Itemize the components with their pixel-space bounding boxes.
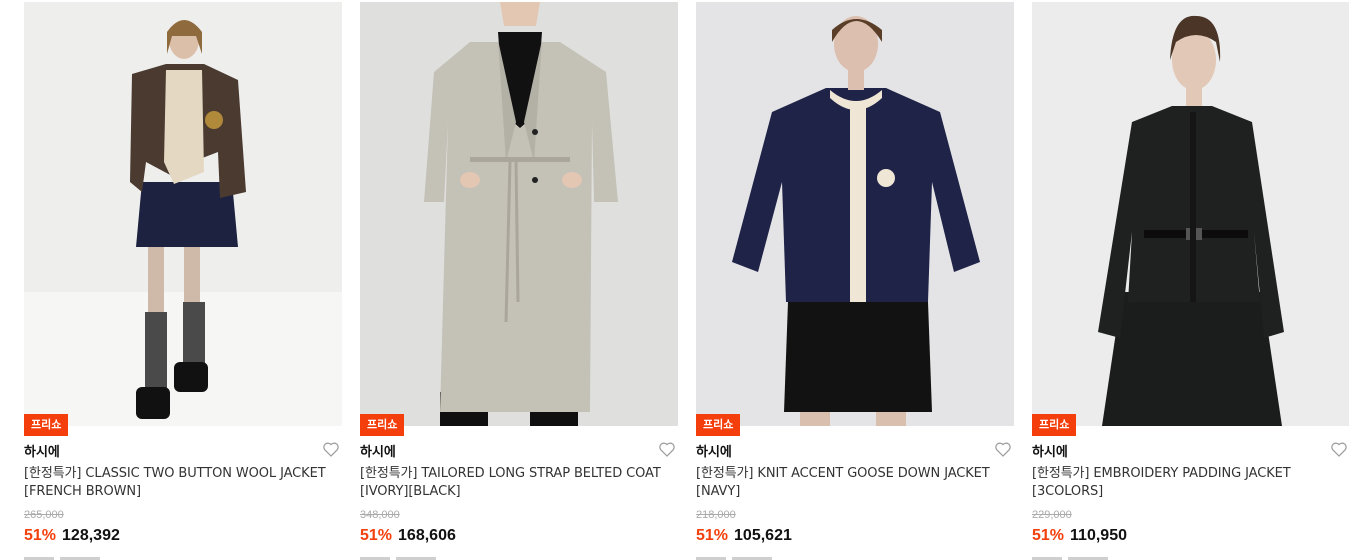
price-row: 51% 110,950 bbox=[1032, 527, 1127, 545]
discount-rate: 51% bbox=[24, 527, 57, 544]
model-navy-quilted-jacket-photo bbox=[696, 2, 1014, 426]
price-row: 51% 128,392 bbox=[24, 527, 120, 545]
product-title[interactable]: [한정특가] CLASSIC TWO BUTTON WOOL JACKET [F… bbox=[24, 465, 339, 501]
product-card[interactable]: 프리쇼 하시에 [한정특가] CLASSIC TWO BUTTON WOOL J… bbox=[24, 0, 342, 560]
product-meta-placeholder bbox=[1032, 553, 1152, 560]
discount-rate: 51% bbox=[360, 527, 393, 544]
product-card[interactable]: 프리쇼 하시에 [한정특가] KNIT ACCENT GOOSE DOWN JA… bbox=[696, 0, 1014, 560]
sale-price: 110,950 bbox=[1070, 527, 1127, 544]
discount-rate: 51% bbox=[1032, 527, 1065, 544]
model-black-padding-jacket-photo bbox=[1032, 2, 1349, 426]
product-image[interactable] bbox=[1032, 2, 1349, 426]
heart-outline-icon[interactable] bbox=[995, 442, 1011, 457]
brand-name[interactable]: 하시에 bbox=[24, 441, 60, 460]
brand-name[interactable]: 하시에 bbox=[360, 441, 396, 460]
model-ivory-long-coat-photo bbox=[360, 2, 678, 426]
original-price: 348,000 bbox=[360, 509, 400, 521]
product-meta-placeholder bbox=[696, 553, 816, 560]
product-title[interactable]: [한정특가] EMBROIDERY PADDING JACKET [3COLOR… bbox=[1032, 465, 1347, 501]
brand-name[interactable]: 하시에 bbox=[696, 441, 732, 460]
brand-name[interactable]: 하시에 bbox=[1032, 441, 1068, 460]
live-show-badge: 프리쇼 bbox=[24, 414, 69, 436]
price-row: 51% 168,606 bbox=[360, 527, 456, 545]
product-card[interactable]: 프리쇼 하시에 [한정특가] EMBROIDERY PADDING JACKET… bbox=[1032, 0, 1349, 560]
sale-price: 105,621 bbox=[734, 527, 792, 544]
discount-rate: 51% bbox=[696, 527, 729, 544]
model-brown-wool-jacket-photo bbox=[24, 2, 342, 426]
original-price: 229,000 bbox=[1032, 509, 1072, 521]
price-row: 51% 105,621 bbox=[696, 527, 792, 545]
product-meta-placeholder bbox=[24, 553, 144, 560]
live-show-badge: 프리쇼 bbox=[1032, 414, 1077, 436]
heart-outline-icon[interactable] bbox=[323, 442, 339, 457]
product-card[interactable]: 프리쇼 하시에 [한정특가] TAILORED LONG STRAP BELTE… bbox=[360, 0, 678, 560]
sale-price: 128,392 bbox=[62, 527, 120, 544]
live-show-badge: 프리쇼 bbox=[360, 414, 405, 436]
heart-outline-icon[interactable] bbox=[1331, 442, 1347, 457]
product-image[interactable] bbox=[360, 2, 678, 426]
original-price: 265,000 bbox=[24, 509, 64, 521]
product-image[interactable] bbox=[696, 2, 1014, 426]
product-grid: 프리쇼 하시에 [한정특가] CLASSIC TWO BUTTON WOOL J… bbox=[0, 0, 1349, 560]
sale-price: 168,606 bbox=[398, 527, 456, 544]
product-image[interactable] bbox=[24, 2, 342, 426]
product-meta-placeholder bbox=[360, 553, 480, 560]
original-price: 218,000 bbox=[696, 509, 736, 521]
heart-outline-icon[interactable] bbox=[659, 442, 675, 457]
live-show-badge: 프리쇼 bbox=[696, 414, 741, 436]
product-title[interactable]: [한정특가] KNIT ACCENT GOOSE DOWN JACKET [NA… bbox=[696, 465, 1011, 501]
product-title[interactable]: [한정특가] TAILORED LONG STRAP BELTED COAT [… bbox=[360, 465, 675, 501]
